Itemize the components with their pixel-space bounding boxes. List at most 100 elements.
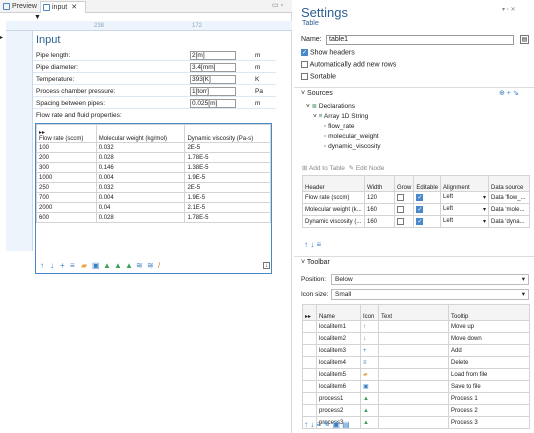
- table-row[interactable]: localitem4 ≡ Delete: [302, 356, 530, 369]
- variable-icon: ▫: [324, 123, 327, 130]
- table-row[interactable]: 700 0.004 1.9E-5: [36, 192, 271, 203]
- delete-icon[interactable]: ≡: [70, 262, 75, 270]
- column-header[interactable]: ▸▸ Flow rate (sccm): [36, 124, 97, 143]
- delete-icon[interactable]: ≡: [316, 240, 321, 249]
- spacing-input[interactable]: 0.025[m]: [190, 99, 236, 108]
- name-picker-icon[interactable]: ▤: [520, 35, 529, 44]
- pressure-input[interactable]: 1[torr]: [190, 87, 236, 96]
- toolbar-items-grid[interactable]: ▸▸ Name Icon Text Tooltip localitem1 ↑ Move up…: [302, 304, 530, 429]
- sortable-checkbox[interactable]: Sortable: [301, 73, 336, 80]
- table-row[interactable]: Dynamic viscosity (... 160 ✓ Left ▾ Data 'dy…: [302, 215, 530, 228]
- add-source-icon: ⊕ + ⇘: [499, 90, 519, 97]
- table-row[interactable]: 200 0.028 1.78E-5: [36, 152, 271, 163]
- column-marker-icon: ▼: [34, 14, 41, 21]
- sources-section-header[interactable]: ˅ Sources ⊕ + ⇘: [294, 87, 534, 98]
- process-3-icon[interactable]: ▲: [125, 262, 133, 270]
- settings-subtitle: Table: [302, 20, 319, 27]
- grid-header-row: ▸▸ Name Icon Text Tooltip: [302, 304, 530, 321]
- form-row: Process chamber pressure: 1[torr] Pa: [33, 86, 276, 97]
- clear-icon[interactable]: /: [158, 262, 160, 270]
- table-row[interactable]: process2 ▲ Process 2: [302, 404, 530, 417]
- table-header-row: ▸▸ Flow rate (sccm) Molecular weight (kg/m…: [36, 124, 271, 143]
- table-row[interactable]: localitem1 ↑ Move up: [302, 320, 530, 333]
- tree-node[interactable]: ▫ flow_rate: [306, 122, 381, 132]
- plot-2-icon[interactable]: ≋: [147, 262, 154, 270]
- form-editor-pane: Preview input ✕ ▭ ▫ ▼ 238 172 ▸ Input Pip…: [0, 0, 292, 433]
- table-row[interactable]: 250 0.032 2E-5: [36, 182, 271, 193]
- tab-input[interactable]: input ✕: [40, 1, 86, 13]
- name-field[interactable]: table1: [326, 35, 514, 45]
- delete-icon[interactable]: ≡: [316, 420, 321, 429]
- table-row[interactable]: localitem3 + Add: [302, 344, 530, 357]
- column-header[interactable]: Dynamic viscosity (Pa-s): [184, 124, 271, 143]
- pane-controls-icon[interactable]: ▾ ▫ ✕: [502, 6, 516, 13]
- add-icon[interactable]: +: [60, 262, 65, 270]
- declarations-tree: ˅ ≣ Declarations ˅ ≡ Array 1D String ▫ f…: [306, 102, 381, 152]
- table-row[interactable]: Flow rate (sccm) 120 ✓ Left ▾ Data 'flow_...: [302, 191, 530, 204]
- table-row[interactable]: Molecular weight (k... 160 ✓ Left ▾ Data 'mo…: [302, 203, 530, 216]
- move-down-icon[interactable]: ↓: [310, 420, 314, 429]
- form-row: Pipe diameter: 3.4[mm] m: [33, 62, 276, 73]
- process-2-icon[interactable]: ▲: [114, 262, 122, 270]
- move-up-icon[interactable]: ↑: [304, 420, 308, 429]
- process-1-icon[interactable]: ▲: [103, 262, 111, 270]
- chevron-down-icon: ˅: [301, 259, 306, 266]
- icon-size-select[interactable]: Small ▾: [331, 289, 529, 300]
- variable-icon: ▫: [324, 133, 327, 140]
- window-controls-icon[interactable]: ▭ ▫: [272, 1, 283, 9]
- resize-handle-icon[interactable]: ↓: [263, 262, 270, 269]
- tree-node[interactable]: ▫ dynamic_viscosity: [306, 142, 381, 152]
- plot-icon[interactable]: ≋: [136, 262, 143, 270]
- pipe-diameter-input[interactable]: 3.4[mm]: [190, 63, 236, 72]
- table-row[interactable]: 300 0.146 1.38E-5: [36, 162, 271, 173]
- table-row[interactable]: localitem2 ↓ Move down: [302, 332, 530, 345]
- row-ruler: [6, 31, 33, 251]
- variable-icon: ▫: [324, 143, 327, 150]
- tree-node[interactable]: ▫ molecular_weight: [306, 132, 381, 142]
- edit-icon[interactable]: ✎: [323, 420, 330, 429]
- table-row[interactable]: localitem6 ▣ Save to file: [302, 380, 530, 393]
- table-row[interactable]: 600 0.028 1.78E-5: [36, 212, 271, 223]
- save-icon[interactable]: ▣: [92, 262, 100, 270]
- toolbar-section-header[interactable]: ˅ Toolbar: [294, 256, 534, 267]
- table-row[interactable]: process1 ▲ Process 1: [302, 392, 530, 405]
- tree-node[interactable]: ˅ ≣ Declarations: [306, 102, 381, 112]
- move-down-icon[interactable]: ↓: [50, 262, 54, 270]
- table-alt-icon[interactable]: ▤: [342, 420, 350, 429]
- grid-actions: ↑ ↓ ≡: [304, 240, 321, 249]
- move-up-icon[interactable]: ↑: [40, 262, 44, 270]
- table-row[interactable]: 2000 0.04 2.1E-5: [36, 202, 271, 213]
- flow-table[interactable]: ▸▸ Flow rate (sccm) Molecular weight (kg/m…: [35, 123, 272, 274]
- row-marker-icon: ▸: [0, 35, 4, 41]
- form-title: Input: [36, 34, 61, 46]
- tab-preview[interactable]: Preview: [1, 1, 39, 13]
- position-select[interactable]: Below ▾: [331, 274, 529, 285]
- form-icon: [43, 4, 50, 11]
- flow-section-label: Flow rate and fluid properties:: [36, 112, 122, 119]
- tree-node[interactable]: ˅ ≡ Array 1D String: [306, 112, 381, 122]
- form-row: Temperature: 393[K] K: [33, 74, 276, 85]
- pipe-length-input[interactable]: 2[m]: [190, 51, 236, 60]
- folder-icon[interactable]: ▰: [81, 262, 87, 270]
- show-headers-checkbox[interactable]: ✓ Show headers: [301, 49, 355, 56]
- columns-grid[interactable]: Header Width Grow Editable Alignment Data sou…: [302, 175, 530, 228]
- table-icon[interactable]: ▣: [332, 420, 340, 429]
- edit-node-button[interactable]: ✎ Edit Node: [349, 165, 385, 172]
- toolbar-grid-actions: ↑ ↓ ≡ ✎ ▣ ▤: [304, 420, 350, 429]
- form-row: Spacing between pipes: 0.025[m] m: [33, 98, 276, 109]
- move-down-icon[interactable]: ↓: [310, 240, 314, 249]
- form-row: Pipe length: 2[m] m: [33, 50, 276, 61]
- auto-add-checkbox[interactable]: Automatically add new rows: [301, 61, 396, 68]
- move-up-icon[interactable]: ↑: [304, 240, 308, 249]
- close-icon[interactable]: ✕: [71, 4, 77, 11]
- column-header[interactable]: Molecular weight (kg/mol): [95, 124, 186, 143]
- temperature-input[interactable]: 393[K]: [190, 75, 236, 84]
- settings-pane: Settings Table ▾ ▫ ✕ Name: table1 ▤ ✓ Sh…: [294, 0, 534, 433]
- table-row[interactable]: 1000 0.004 1.9E-5: [36, 172, 271, 183]
- column-ruler: 238 172: [6, 21, 292, 31]
- add-to-table-button[interactable]: ⊞ Add to Table: [302, 165, 345, 172]
- table-row[interactable]: 100 0.032 2E-5: [36, 142, 271, 153]
- table-toolbar: ↑ ↓ + ≡ ▰ ▣ ▲ ▲ ▲ ≋ ≋ / ↓: [36, 259, 271, 273]
- table-row[interactable]: localitem5 ▰ Load from file: [302, 368, 530, 381]
- grid-header-row: Header Width Grow Editable Alignment Data sou…: [302, 175, 530, 192]
